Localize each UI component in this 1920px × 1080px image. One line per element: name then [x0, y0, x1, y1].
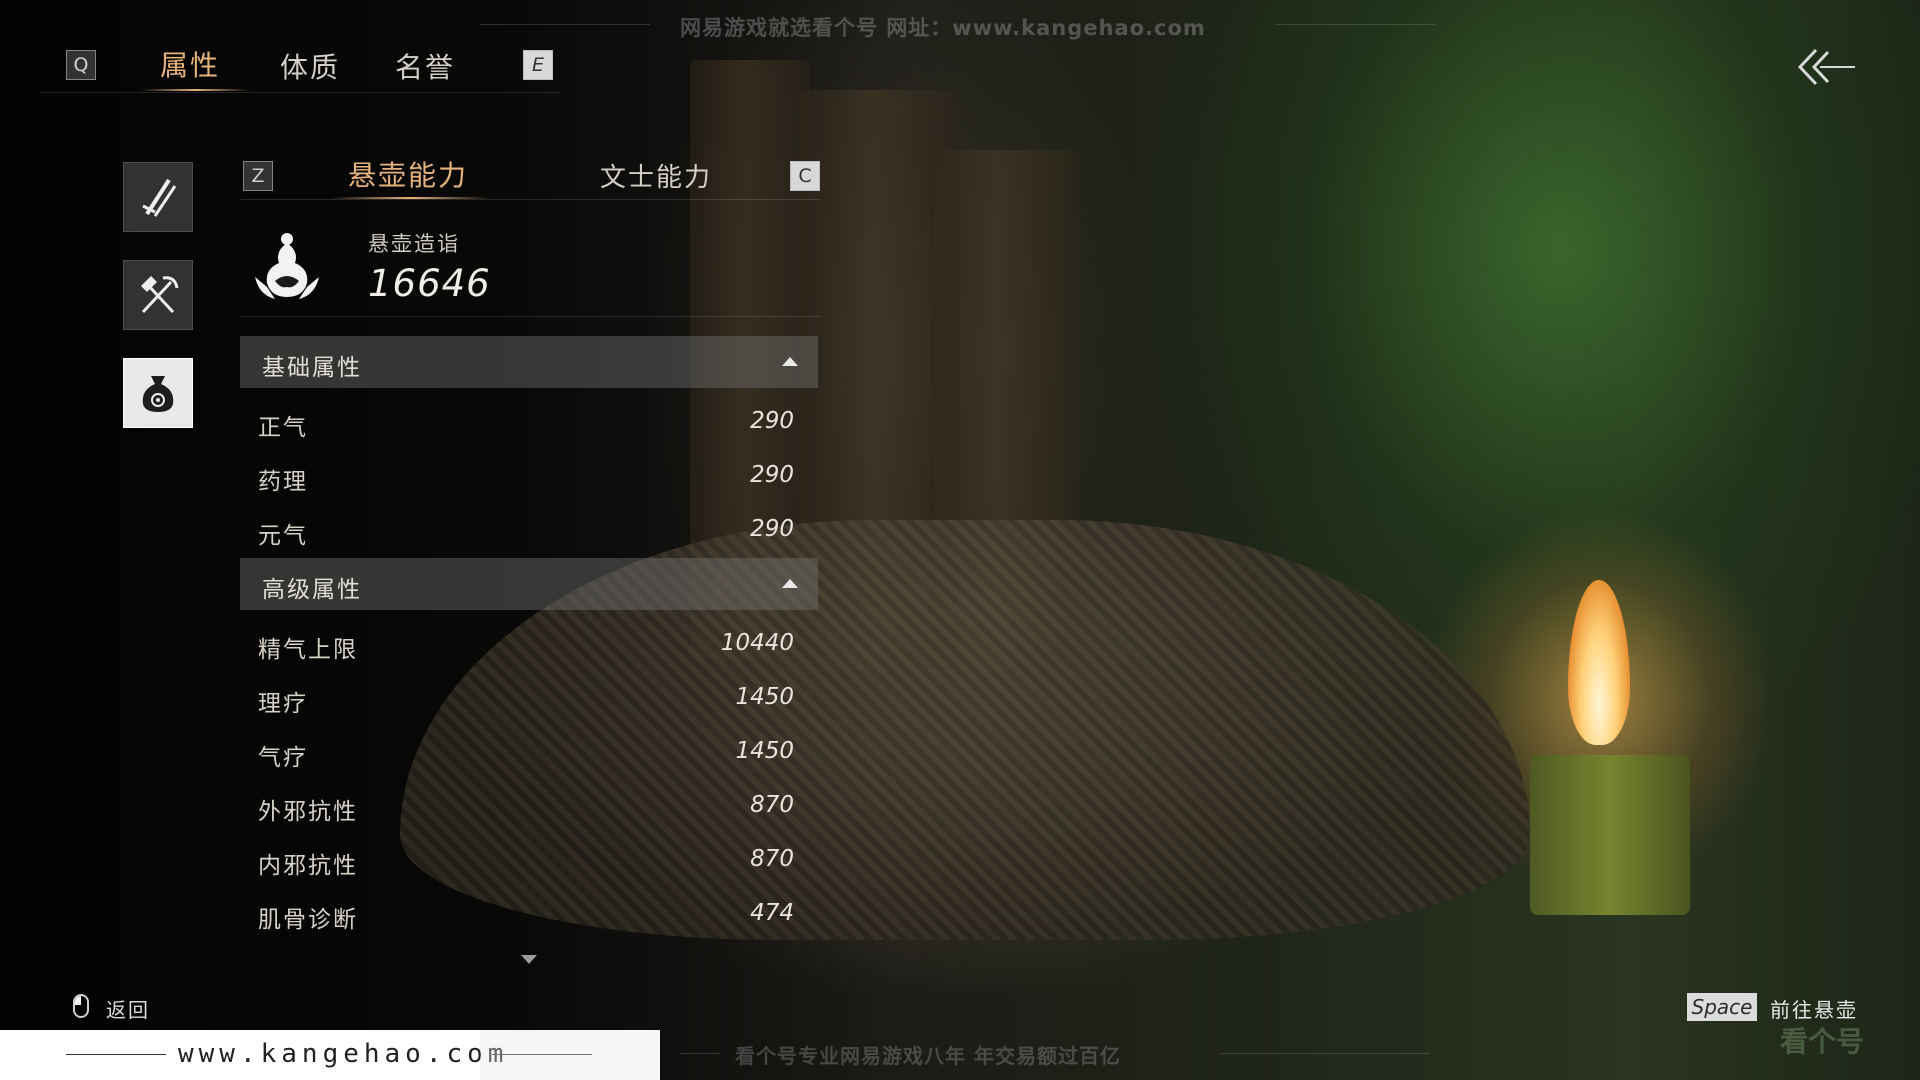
attribute-row: 药理 290	[258, 456, 794, 496]
attribute-row: 元气 290	[258, 510, 794, 550]
attribute-row: 气疗 1450	[258, 732, 794, 772]
attribute-row: 正气 290	[258, 402, 794, 442]
attribute-value: 870	[750, 792, 794, 818]
gourd-lotus-icon	[245, 225, 330, 310]
attribute-value: 1450	[735, 738, 794, 764]
attribute-row: 外邪抗性 870	[258, 786, 794, 826]
top-watermark: 网易游戏就选看个号 网址：www.kangehao.com	[680, 16, 1206, 40]
section-title: 高级属性	[262, 577, 362, 603]
back-arrow-icon[interactable]	[1790, 42, 1860, 92]
background-candle	[1530, 755, 1690, 915]
mouse-right-click-icon	[73, 994, 89, 1018]
attribute-label: 肌骨诊断	[258, 907, 358, 933]
category-gathering-button[interactable]	[123, 260, 193, 330]
section-header-advanced[interactable]: 高级属性	[240, 558, 818, 610]
attribute-label: 正气	[258, 415, 308, 441]
tools-icon	[141, 276, 179, 314]
divider	[240, 316, 820, 317]
tab-medicine-ability[interactable]: 悬壶能力	[348, 154, 468, 194]
attribute-value: 290	[750, 516, 794, 542]
z-key-hint[interactable]: Z	[243, 161, 273, 191]
active-tab-underline	[140, 89, 250, 91]
medicine-mastery-label: 悬壶造诣	[368, 232, 460, 256]
attribute-row: 理疗 1450	[258, 678, 794, 718]
caret-up-icon[interactable]	[782, 579, 798, 588]
back-hint-button[interactable]: 返回	[106, 994, 150, 1023]
tab-scholar-ability[interactable]: 文士能力	[600, 157, 712, 194]
go-to-medicine-button[interactable]: 前往悬壶	[1770, 994, 1858, 1023]
corner-watermark: 看个号	[1780, 1025, 1865, 1058]
banner-gray-block	[480, 1030, 660, 1080]
category-medicine-button[interactable]	[123, 358, 193, 428]
watermark-line	[1220, 1053, 1430, 1054]
medicine-bag-icon	[142, 376, 174, 412]
attribute-row: 精气上限 10440	[258, 624, 794, 664]
attribute-label: 外邪抗性	[258, 799, 358, 825]
space-key-hint[interactable]: Space	[1687, 993, 1757, 1021]
sword-icon	[142, 178, 177, 217]
attribute-row: 肌骨诊断 474	[258, 894, 794, 934]
scroll-down-icon[interactable]	[521, 955, 537, 964]
attribute-value: 1450	[735, 684, 794, 710]
background-candle-flame	[1568, 580, 1630, 745]
section-header-basic[interactable]: 基础属性	[240, 336, 818, 388]
attribute-value: 290	[750, 462, 794, 488]
attribute-value: 474	[750, 900, 794, 926]
e-key-hint[interactable]: E	[523, 50, 553, 80]
attribute-value: 870	[750, 846, 794, 872]
watermark-line	[480, 24, 650, 25]
sub-tab-bar: Z 悬壶能力 文士能力 C	[240, 157, 820, 200]
q-key-hint[interactable]: Q	[66, 50, 96, 80]
active-subtab-underline	[330, 197, 490, 199]
attribute-label: 药理	[258, 469, 308, 495]
attribute-label: 气疗	[258, 745, 308, 771]
caret-up-icon[interactable]	[782, 357, 798, 366]
tab-physique[interactable]: 体质	[280, 46, 340, 86]
watermark-line	[680, 1053, 720, 1054]
section-title: 基础属性	[262, 355, 362, 381]
watermark-line	[1275, 24, 1435, 25]
medicine-mastery-value: 16646	[368, 262, 491, 305]
tab-reputation[interactable]: 名誉	[395, 46, 455, 86]
attribute-label: 内邪抗性	[258, 853, 358, 879]
attribute-label: 元气	[258, 523, 308, 549]
category-combat-button[interactable]	[123, 162, 193, 232]
banner-line	[66, 1054, 166, 1055]
attribute-label: 精气上限	[258, 637, 358, 663]
banner-url: www.kangehao.com	[178, 1039, 509, 1069]
attribute-row: 内邪抗性 870	[258, 840, 794, 880]
attribute-label: 理疗	[258, 691, 308, 717]
attribute-value: 290	[750, 408, 794, 434]
c-key-hint[interactable]: C	[790, 161, 820, 191]
attribute-value: 10440	[720, 630, 794, 656]
top-tab-bar: Q 属性 体质 名誉 E	[40, 38, 560, 93]
tab-attributes[interactable]: 属性	[160, 44, 220, 84]
bottom-watermark: 看个号专业网易游戏八年 年交易额过百亿	[735, 1044, 1121, 1068]
